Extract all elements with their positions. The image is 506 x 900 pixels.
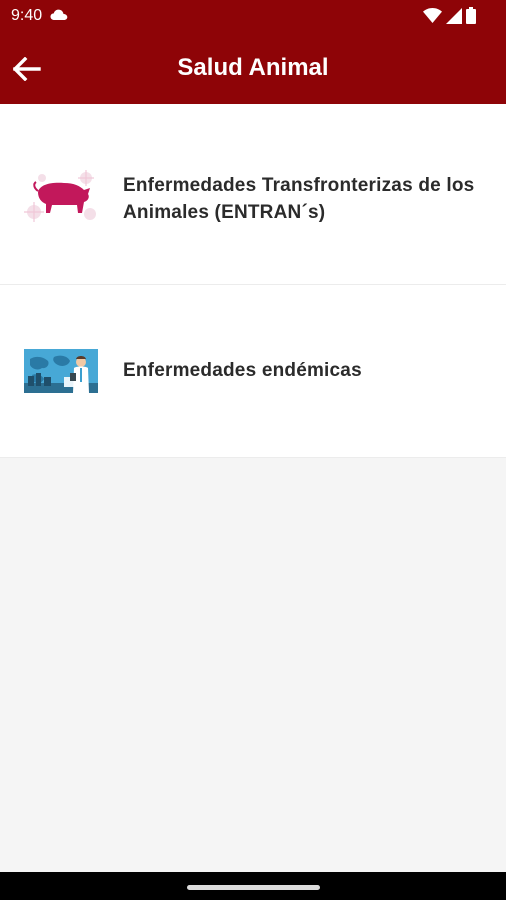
status-bar: 9:40 xyxy=(0,0,506,34)
status-time: 9:40 xyxy=(11,7,43,24)
system-nav-bar xyxy=(0,872,506,900)
home-gesture-handle[interactable] xyxy=(187,885,320,890)
pig-virus-icon xyxy=(24,166,98,224)
list-item-endemicas[interactable]: Enfermedades endémicas xyxy=(0,285,506,458)
status-icons xyxy=(423,7,476,29)
app-bar: Salud Animal xyxy=(0,34,506,104)
list-item-label: Enfermedades endémicas xyxy=(123,360,362,381)
veterinarian-world-icon xyxy=(24,349,98,393)
topic-list: Enfermedades Transfronterizas de los Ani… xyxy=(0,104,506,458)
wifi-icon xyxy=(423,8,442,28)
battery-icon xyxy=(466,7,476,29)
cloud-icon xyxy=(50,8,68,26)
page-title: Salud Animal xyxy=(177,54,329,81)
list-item-entran[interactable]: Enfermedades Transfronterizas de los Ani… xyxy=(0,104,506,285)
signal-icon xyxy=(446,7,462,29)
list-item-label: Enfermedades Transfronterizas de los Ani… xyxy=(123,175,475,223)
